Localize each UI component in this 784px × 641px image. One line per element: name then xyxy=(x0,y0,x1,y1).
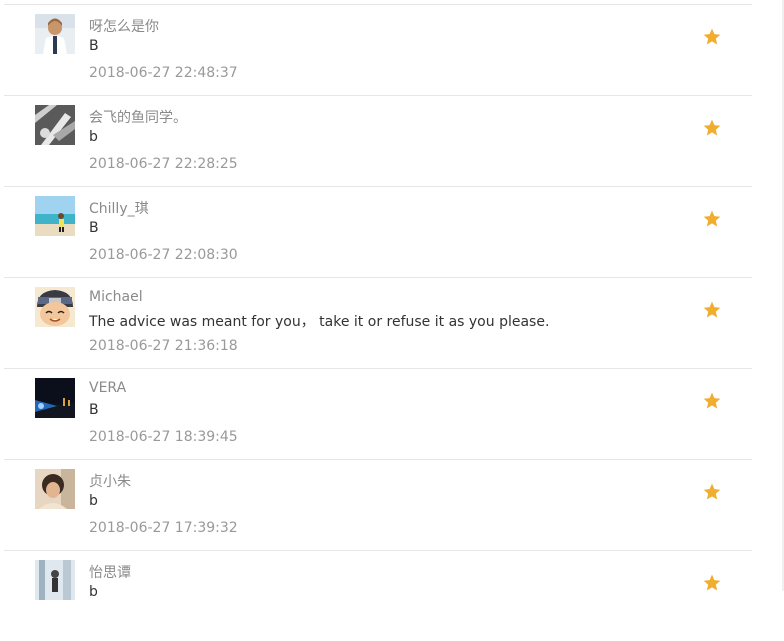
avatar[interactable] xyxy=(35,196,75,236)
avatar[interactable] xyxy=(35,14,75,54)
comment-text: b xyxy=(89,584,98,600)
list-item: Michael The advice was meant for you， ta… xyxy=(4,277,752,368)
commenter-name[interactable]: Chilly_琪 xyxy=(89,198,149,218)
avatar[interactable] xyxy=(35,469,75,509)
commenter-name[interactable]: 怡思谭 xyxy=(89,562,131,582)
avatar[interactable] xyxy=(35,287,75,327)
comment-text: The advice was meant for you， take it or… xyxy=(89,314,550,330)
star-icon[interactable] xyxy=(702,482,722,502)
list-item: 呀怎么是你 B 2018-06-27 22:48:37 xyxy=(4,4,752,95)
list-item: 怡思谭 b xyxy=(4,550,752,641)
commenter-name[interactable]: 贞小朱 xyxy=(89,471,131,491)
star-icon[interactable] xyxy=(702,300,722,320)
commenter-name[interactable]: Michael xyxy=(89,289,143,305)
avatar[interactable] xyxy=(35,105,75,145)
comment-timestamp: 2018-06-27 17:39:32 xyxy=(89,520,238,536)
list-item: 贞小朱 b 2018-06-27 17:39:32 xyxy=(4,459,752,550)
comment-text: B xyxy=(89,220,99,236)
star-icon[interactable] xyxy=(702,27,722,47)
comment-timestamp: 2018-06-27 22:48:37 xyxy=(89,65,238,81)
comment-timestamp: 2018-06-27 22:28:25 xyxy=(89,156,238,172)
commenter-name[interactable]: VERA xyxy=(89,380,126,396)
comment-timestamp: 2018-06-27 18:39:45 xyxy=(89,429,238,445)
commenter-name[interactable]: 呀怎么是你 xyxy=(89,16,159,36)
avatar[interactable] xyxy=(35,560,75,600)
star-icon[interactable] xyxy=(702,391,722,411)
star-icon[interactable] xyxy=(702,573,722,593)
commenter-name[interactable]: 会飞的鱼同学。 xyxy=(89,107,187,127)
comment-timestamp: 2018-06-27 22:08:30 xyxy=(89,247,238,263)
star-icon[interactable] xyxy=(702,209,722,229)
list-item: 会飞的鱼同学。 b 2018-06-27 22:28:25 xyxy=(4,95,752,186)
comment-text: b xyxy=(89,129,98,145)
comment-list: 呀怎么是你 B 2018-06-27 22:48:37 会飞的鱼同学。 b 20… xyxy=(4,4,752,641)
comment-text: b xyxy=(89,493,98,509)
comment-text: B xyxy=(89,402,99,418)
comment-timestamp: 2018-06-27 21:36:18 xyxy=(89,338,238,354)
list-item: Chilly_琪 B 2018-06-27 22:08:30 xyxy=(4,186,752,277)
comment-text: B xyxy=(89,38,99,54)
avatar[interactable] xyxy=(35,378,75,418)
list-item: VERA B 2018-06-27 18:39:45 xyxy=(4,368,752,459)
star-icon[interactable] xyxy=(702,118,722,138)
